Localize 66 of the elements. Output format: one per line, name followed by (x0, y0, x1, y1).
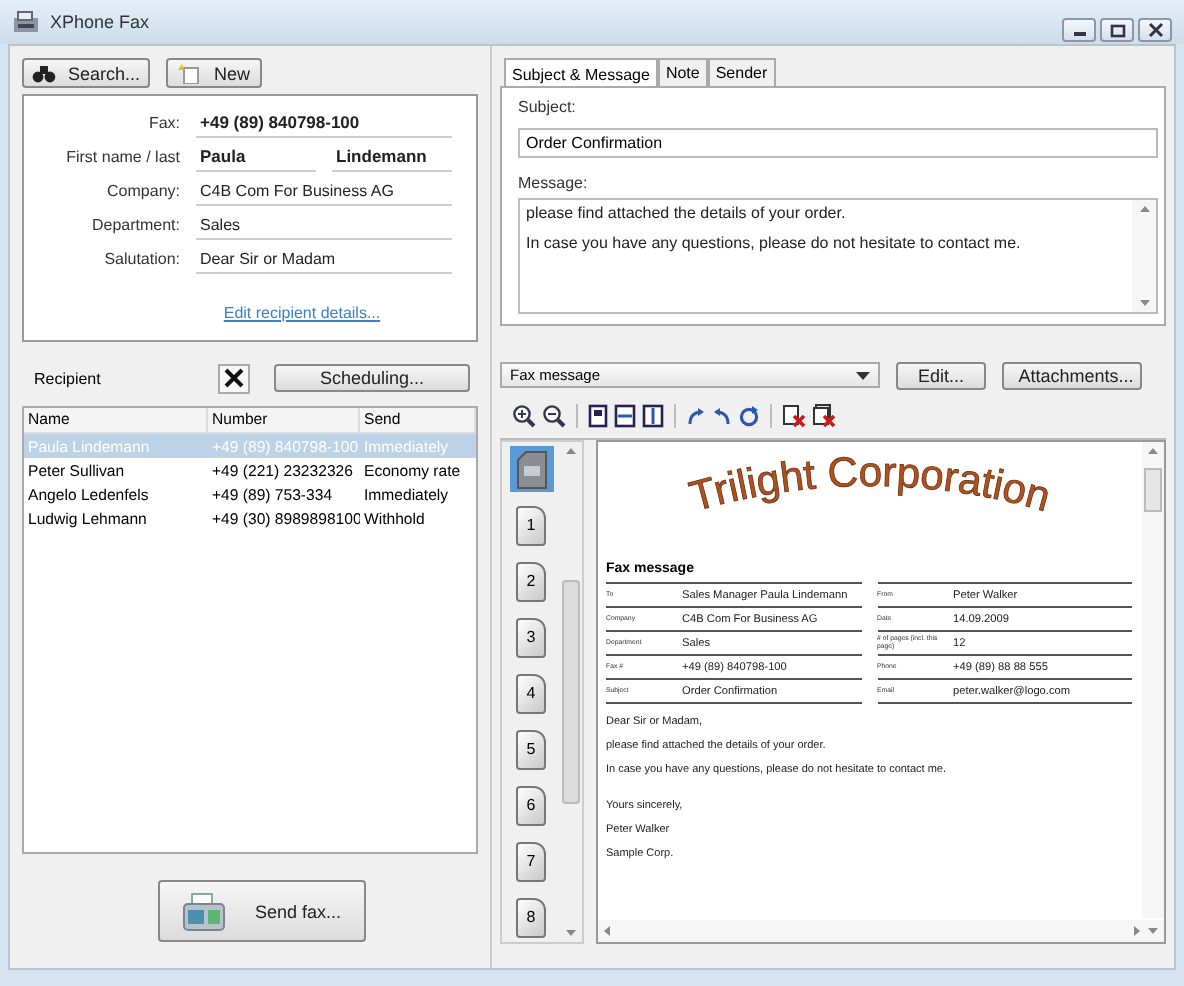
tab[interactable]: Note (657, 58, 708, 86)
remove-button[interactable] (218, 363, 250, 393)
rotate-icon[interactable] (738, 405, 760, 427)
field-value[interactable]: C4B Com For Business AG (196, 177, 452, 205)
field-label: Company: (105, 182, 180, 200)
scroll-down-icon (566, 930, 576, 936)
new-button[interactable]: New (166, 58, 262, 88)
new-document-icon (177, 63, 202, 83)
recipient-label: Recipient (32, 369, 103, 387)
scrollbar[interactable] (1142, 442, 1164, 918)
zoom-in-icon[interactable] (512, 404, 536, 428)
fax-machine-icon (182, 891, 227, 931)
scroll-up-icon (1148, 448, 1158, 454)
scrollbar[interactable] (1132, 200, 1156, 312)
field-value[interactable]: Paula (196, 142, 316, 172)
message-text: In case you have any questions, please do not hesitate to contact me. (526, 234, 1023, 252)
scroll-down-icon (1148, 928, 1158, 934)
field-value[interactable]: Lindemann (332, 142, 452, 172)
fit-page-icon[interactable] (588, 404, 608, 428)
message-field[interactable]: please find attached the details of your order. In case you have any questions, please do not hesitate to contact me. (518, 198, 1158, 314)
close-icon (1147, 22, 1163, 38)
delete-all-pages-icon[interactable] (812, 404, 836, 428)
maximize-icon (1109, 23, 1125, 37)
field-value[interactable]: Sales (196, 211, 452, 239)
field-label: Fax: (146, 114, 180, 132)
message-label: Message: (518, 174, 590, 192)
window-title: XPhone Fax (50, 12, 150, 32)
close-button[interactable] (1138, 18, 1172, 42)
scroll-up-icon (1139, 206, 1149, 212)
scroll-thumb[interactable] (562, 580, 580, 804)
scrollbar[interactable] (598, 920, 1164, 942)
scheduling-button[interactable]: Scheduling... (274, 364, 470, 392)
scroll-left-icon (604, 926, 610, 936)
edit-button[interactable]: Edit... (896, 361, 986, 389)
company-logo: Trilight Corporation (629, 454, 1109, 534)
edit-recipient-link[interactable]: Edit recipient details... (223, 304, 381, 322)
field-label: Salutation: (102, 250, 180, 268)
fax-machine-icon (12, 10, 40, 34)
field-label: First name / last (64, 148, 180, 166)
subject-field[interactable]: Order Confirmation (518, 128, 1158, 158)
zoom-out-icon[interactable] (542, 404, 566, 428)
page-thumbnail[interactable] (509, 446, 553, 492)
message-text: please find attached the details of your order. (526, 204, 848, 222)
send-fax-button[interactable]: Send fax... (158, 880, 366, 942)
delete-page-icon[interactable] (782, 404, 806, 428)
field-value[interactable]: Dear Sir or Madam (196, 245, 452, 273)
search-button[interactable]: Search... (22, 58, 150, 88)
scroll-thumb[interactable] (1144, 468, 1162, 512)
undo-icon[interactable] (712, 406, 732, 426)
maximize-button[interactable] (1100, 18, 1134, 42)
scroll-down-icon (1139, 300, 1149, 306)
cover-page-icon (515, 449, 547, 489)
dropdown-arrow-icon (856, 371, 870, 379)
binoculars-icon (32, 63, 56, 83)
field-value[interactable]: +49 (89) 840798-100 (196, 108, 452, 138)
scroll-up-icon (566, 448, 576, 454)
fit-width-icon[interactable] (614, 404, 636, 428)
tab[interactable]: Subject & Message (504, 58, 658, 88)
field-label: Department: (89, 216, 180, 234)
attachments-button[interactable]: Attachments... (1002, 361, 1142, 389)
subject-label: Subject: (518, 98, 578, 116)
fit-height-icon[interactable] (642, 404, 664, 428)
redo-icon[interactable] (686, 406, 706, 426)
scroll-right-icon (1134, 926, 1140, 936)
tab[interactable]: Sender (707, 58, 776, 86)
minimize-button[interactable] (1062, 18, 1096, 42)
